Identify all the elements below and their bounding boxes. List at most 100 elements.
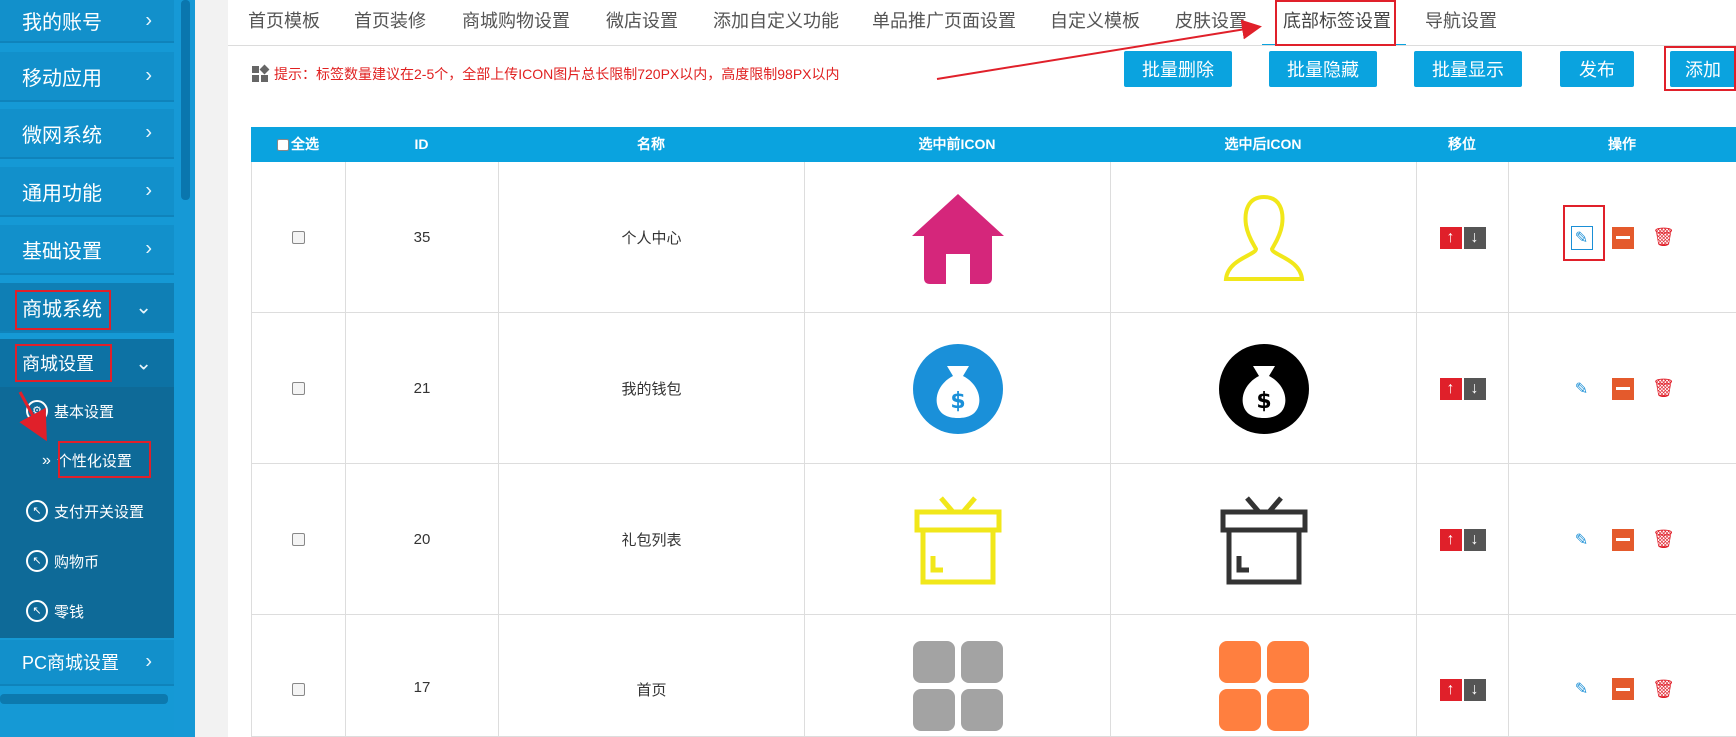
tab-homepage-template[interactable]: 首页模板 xyxy=(248,0,320,44)
row-id: 20 xyxy=(346,464,499,615)
person-outline-icon xyxy=(1223,194,1304,281)
move-down-icon[interactable]: ↓ xyxy=(1463,679,1486,701)
header-move: 移位 xyxy=(1448,136,1476,152)
tab-navigation-settings[interactable]: 导航设置 xyxy=(1425,0,1497,44)
hide-icon[interactable] xyxy=(1611,678,1634,700)
tip-message: 提示：标签数量建议在2-5个，全部上传ICON图片总长限制720PX以内，高度限… xyxy=(252,64,840,84)
submenu-shopping-coin[interactable]: ↖ 购物币 xyxy=(26,550,99,572)
move-cell: ↑ ↓ xyxy=(1417,162,1509,313)
chevron-right-icon: › xyxy=(145,237,152,260)
icon-before-cell: $ xyxy=(805,313,1111,464)
move-cell: ↑ ↓ xyxy=(1417,464,1509,615)
move-down-icon[interactable]: ↓ xyxy=(1463,377,1486,400)
mall-settings-submenu: ⚙ 基本设置 » 个性化设置 ↖ 支付开关设置 ↖ 购物币 ↖ 零钱 xyxy=(0,387,174,638)
grid-orange-icon xyxy=(1218,641,1309,731)
hide-icon[interactable] xyxy=(1611,226,1634,249)
move-down-icon[interactable]: ↓ xyxy=(1463,528,1486,551)
row-checkbox[interactable] xyxy=(292,382,305,395)
row-name: 礼包列表 xyxy=(499,464,805,615)
tab-homepage-decoration[interactable]: 首页装修 xyxy=(354,0,426,44)
money-bag-black-icon: $ xyxy=(1218,343,1309,434)
submenu-change[interactable]: ↖ 零钱 xyxy=(26,600,84,622)
move-cell: ↑ ↓ xyxy=(1417,313,1509,464)
highlight-box xyxy=(58,441,151,478)
highlight-box xyxy=(1275,0,1396,46)
submenu-basic-settings[interactable]: ⚙ 基本设置 xyxy=(26,400,114,422)
select-all-header[interactable]: 全选 xyxy=(251,127,345,162)
move-up-icon[interactable]: ↑ xyxy=(1439,377,1462,400)
tab-custom-template[interactable]: 自定义模板 xyxy=(1050,0,1140,44)
icon-before-cell xyxy=(805,464,1111,615)
table-row: 20 礼包列表 ↑ ↓ ✎ 🗑 xyxy=(251,464,1736,615)
nav-pc-mall-settings[interactable]: PC商城设置 › xyxy=(0,640,174,686)
icon-after-cell xyxy=(1111,162,1417,313)
icon-after-cell xyxy=(1111,615,1417,737)
nav-common-functions[interactable]: 通用功能 › xyxy=(0,167,174,217)
chevron-right-icon: › xyxy=(145,64,152,87)
actions-cell: ✎ 🗑 xyxy=(1509,162,1736,313)
svg-text:$: $ xyxy=(950,389,965,414)
actions-cell: ✎ 🗑 xyxy=(1509,615,1736,737)
edit-icon[interactable]: ✎ xyxy=(1571,677,1593,701)
header-icon-before: 选中前ICON xyxy=(918,136,996,152)
row-name: 我的钱包 xyxy=(499,313,805,464)
tip-icon xyxy=(252,64,270,82)
move-up-icon[interactable]: ↑ xyxy=(1439,528,1462,551)
circle-arrow-icon: ↖ xyxy=(26,600,48,622)
batch-delete-button[interactable]: 批量删除 xyxy=(1124,51,1232,87)
chevron-right-icon: › xyxy=(145,650,152,673)
row-checkbox[interactable] xyxy=(292,683,305,696)
actions-cell: ✎ 🗑 xyxy=(1509,464,1736,615)
delete-icon[interactable]: 🗑 xyxy=(1652,528,1675,552)
tab-single-product-promo[interactable]: 单品推广页面设置 xyxy=(872,0,1016,44)
svg-text:$: $ xyxy=(1256,389,1271,414)
hide-icon[interactable] xyxy=(1611,528,1634,551)
table-row: 35 个人中心 ↑ ↓ ✎ 🗑 xyxy=(251,162,1736,313)
tab-add-custom-function[interactable]: 添加自定义功能 xyxy=(713,0,839,44)
edit-icon[interactable]: ✎ xyxy=(1571,528,1593,552)
chevron-down-icon: ⌄ xyxy=(135,352,152,375)
chevron-right-icon: › xyxy=(145,179,152,202)
tab-micro-store-settings[interactable]: 微店设置 xyxy=(606,0,678,44)
hide-icon[interactable] xyxy=(1611,377,1634,400)
nav-my-account[interactable]: 我的账号 › xyxy=(0,0,174,43)
chevron-down-icon: ⌄ xyxy=(135,296,152,319)
row-name: 个人中心 xyxy=(499,162,805,313)
sidebar-scrollbar-thumb[interactable] xyxy=(181,0,190,200)
row-checkbox[interactable] xyxy=(292,533,305,546)
nav-mobile-apps[interactable]: 移动应用 › xyxy=(0,52,174,102)
row-checkbox-cell xyxy=(252,313,346,464)
submenu-payment-switch[interactable]: ↖ 支付开关设置 xyxy=(26,500,144,522)
publish-button[interactable]: 发布 xyxy=(1560,51,1634,87)
delete-icon[interactable]: 🗑 xyxy=(1652,226,1675,250)
tab-skin-settings[interactable]: 皮肤设置 xyxy=(1175,0,1247,44)
chevron-right-icon: › xyxy=(145,9,152,31)
delete-icon[interactable]: 🗑 xyxy=(1652,677,1675,701)
header-name: 名称 xyxy=(637,136,665,152)
highlight-box xyxy=(1563,205,1605,261)
delete-icon[interactable]: 🗑 xyxy=(1652,377,1675,401)
batch-hide-button[interactable]: 批量隐藏 xyxy=(1269,51,1377,87)
gift-box-dark-icon xyxy=(1220,495,1307,584)
nav-basic-settings[interactable]: 基础设置 › xyxy=(0,225,174,275)
move-down-icon[interactable]: ↓ xyxy=(1463,226,1486,249)
tab-divider xyxy=(228,45,1736,46)
select-all-checkbox[interactable] xyxy=(277,138,289,151)
edit-icon[interactable]: ✎ xyxy=(1571,377,1593,401)
horizontal-scrollbar[interactable] xyxy=(0,694,168,704)
move-up-icon[interactable]: ↑ xyxy=(1439,226,1462,249)
row-checkbox-cell xyxy=(252,615,346,737)
header-icon-after: 选中后ICON xyxy=(1224,136,1302,152)
tab-mall-shopping-settings[interactable]: 商城购物设置 xyxy=(462,0,570,44)
highlight-box xyxy=(15,290,111,330)
batch-show-button[interactable]: 批量显示 xyxy=(1414,51,1522,87)
move-up-icon[interactable]: ↑ xyxy=(1439,679,1462,701)
highlight-box xyxy=(15,344,112,382)
row-id: 35 xyxy=(346,162,499,313)
row-checkbox[interactable] xyxy=(292,231,305,244)
actions-cell: ✎ 🗑 xyxy=(1509,313,1736,464)
highlight-box xyxy=(1664,46,1736,91)
house-icon xyxy=(911,193,1004,284)
grid-gray-icon xyxy=(912,641,1003,731)
nav-micro-site[interactable]: 微网系统 › xyxy=(0,109,174,159)
